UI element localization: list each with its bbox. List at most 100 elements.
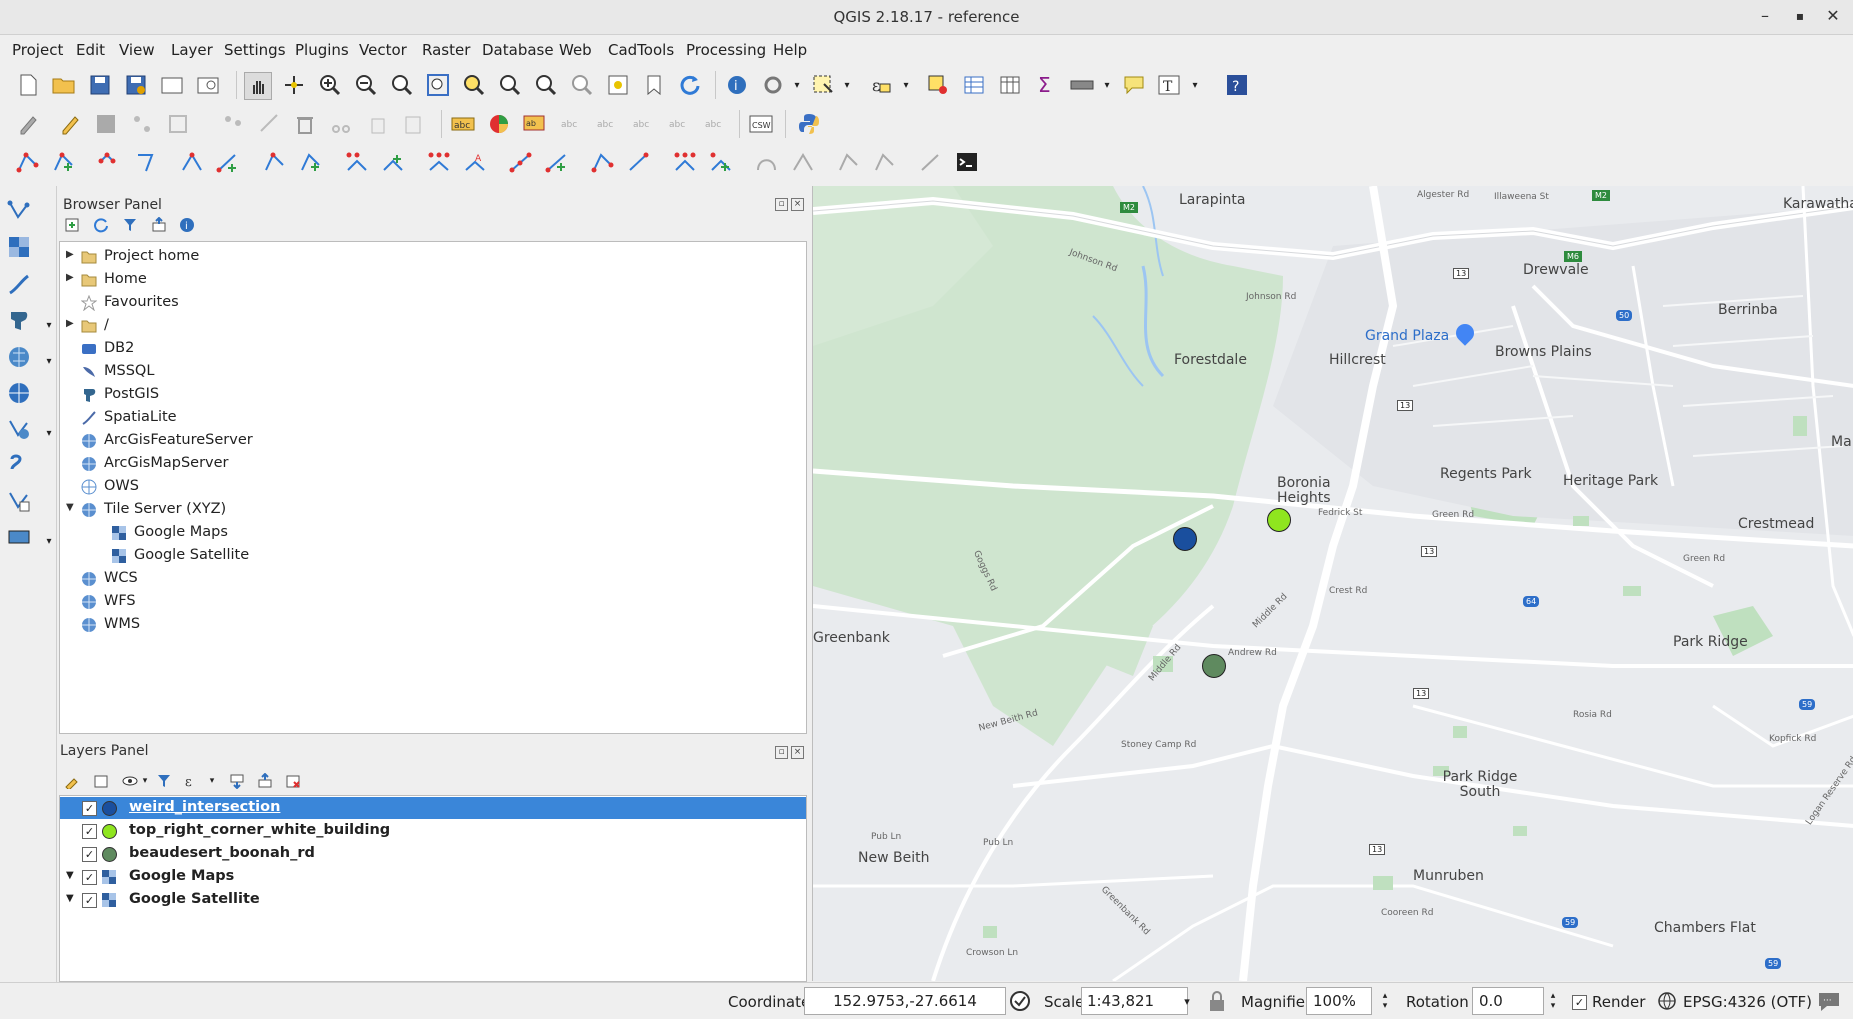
curve-tool-2-icon[interactable]	[790, 149, 816, 175]
browser-item-wcs[interactable]: WCS	[60, 568, 806, 590]
vertex-tool-16-icon[interactable]	[626, 149, 652, 175]
attribute-table-icon[interactable]	[961, 72, 987, 98]
cut-features-icon[interactable]	[328, 111, 354, 137]
layer-item-weird-intersection[interactable]: ✓ weird_intersection	[60, 797, 806, 819]
add-postgis-layer-icon[interactable]	[6, 308, 32, 334]
vertex-tool-6-icon[interactable]	[215, 149, 241, 175]
paste-features-icon[interactable]	[400, 111, 426, 137]
crs-globe-icon[interactable]	[1654, 988, 1680, 1014]
add-wfs-layer-icon[interactable]	[6, 416, 32, 442]
close-button[interactable]: ✕	[1822, 6, 1844, 25]
layer-visibility-checkbox[interactable]: ✓	[82, 824, 97, 839]
layer-item-top-right-corner-white-building[interactable]: ✓ top_right_corner_white_building	[60, 820, 806, 842]
menu-view[interactable]: View	[119, 41, 155, 59]
rotation-spinner-icon[interactable]: ▴ ▾	[1540, 988, 1566, 1014]
layer-item-google-maps[interactable]: ▼ ✓ Google Maps	[60, 866, 806, 888]
zoom-next-icon[interactable]	[569, 72, 595, 98]
vertex-tool-14-icon[interactable]	[544, 149, 570, 175]
add-selected-layers-icon[interactable]	[63, 216, 81, 234]
browser-item-google-satellite[interactable]: Google Satellite	[60, 545, 806, 567]
menu-project[interactable]: Project	[12, 41, 63, 59]
browser-item-arcgismapserver[interactable]: ArcGisMapServer	[60, 453, 806, 475]
vertex-tool-11-icon[interactable]	[426, 149, 452, 175]
layer-visibility-checkbox[interactable]: ✓	[82, 847, 97, 862]
open-layer-styling-icon[interactable]	[63, 772, 81, 790]
rotation-field[interactable]: 0.0	[1472, 987, 1544, 1015]
browser-item-google-maps[interactable]: Google Maps	[60, 522, 806, 544]
measure-dropdown-icon[interactable]: ▾	[1094, 72, 1120, 98]
browser-item-wms[interactable]: WMS	[60, 614, 806, 636]
add-feature-icon[interactable]	[129, 111, 155, 137]
vertex-tool-2-icon[interactable]	[51, 149, 77, 175]
select-by-expression-icon[interactable]: ε	[868, 72, 894, 98]
curve-tool-3-icon[interactable]	[836, 149, 862, 175]
menu-database[interactable]: Database	[482, 41, 554, 59]
expression-dropdown-icon[interactable]: ▾	[893, 72, 919, 98]
render-checkbox[interactable]: ✓	[1572, 995, 1587, 1010]
pan-map-icon[interactable]	[244, 72, 272, 100]
refresh-icon[interactable]	[677, 72, 703, 98]
expand-all-icon[interactable]	[228, 772, 246, 790]
text-annotation-icon[interactable]: T	[1157, 72, 1183, 98]
save-project-icon[interactable]	[87, 72, 113, 98]
map-tips-icon[interactable]	[1121, 72, 1147, 98]
browser-item-favourites[interactable]: Favourites	[60, 292, 806, 314]
vertex-tool-9-icon[interactable]	[344, 149, 370, 175]
composer-manager-icon[interactable]	[195, 72, 221, 98]
vertex-tool-15-icon[interactable]	[590, 149, 616, 175]
action-dropdown-icon[interactable]: ▾	[784, 72, 810, 98]
point-weird-intersection[interactable]	[1173, 527, 1197, 551]
browser-item-mssql[interactable]: MSSQL	[60, 361, 806, 383]
save-layer-edits-icon[interactable]	[93, 111, 119, 137]
vertex-tool-5-icon[interactable]	[179, 149, 205, 175]
show-hide-labels-icon[interactable]: abc	[558, 111, 584, 137]
select-features-icon[interactable]	[810, 72, 836, 98]
vertex-tool-4-icon[interactable]	[133, 149, 159, 175]
browser-item-wfs[interactable]: WFS	[60, 591, 806, 613]
node-tool-icon[interactable]	[220, 111, 246, 137]
vertex-tool-13-icon[interactable]	[508, 149, 534, 175]
zoom-last-icon[interactable]	[533, 72, 559, 98]
collapse-arrow-icon[interactable]: ▼	[66, 893, 74, 904]
new-map-view-icon[interactable]	[605, 72, 631, 98]
layer-visibility-checkbox[interactable]: ✓	[82, 870, 97, 885]
magnifier-field[interactable]: 100%	[1306, 987, 1372, 1015]
add-group-icon[interactable]	[92, 772, 110, 790]
browser-item-postgis[interactable]: PostGIS	[60, 384, 806, 406]
curve-tool-5-icon[interactable]	[918, 149, 944, 175]
toggle-editing-icon[interactable]	[57, 111, 83, 137]
browser-float-button[interactable]: ▫	[775, 198, 788, 211]
zoom-native-icon[interactable]	[389, 72, 415, 98]
new-print-composer-icon[interactable]	[159, 72, 185, 98]
menu-plugins[interactable]: Plugins	[295, 41, 349, 59]
visibility-dropdown-icon[interactable]: ▾	[136, 772, 154, 790]
layer-labeling-icon[interactable]: abc	[450, 111, 476, 137]
menu-cadtools[interactable]: CadTools	[608, 41, 674, 59]
lock-scale-icon[interactable]	[1204, 988, 1230, 1014]
python-console-icon[interactable]	[796, 111, 822, 137]
delete-part-icon[interactable]	[256, 111, 282, 137]
pan-to-selection-icon[interactable]	[281, 72, 307, 98]
browser-item-tile-server-xyz[interactable]: ▼ Tile Server (XYZ)	[60, 499, 806, 521]
browser-item-db2[interactable]: DB2	[60, 338, 806, 360]
add-raster-layer-icon[interactable]	[6, 234, 32, 260]
vertex-tool-17-icon[interactable]	[672, 149, 698, 175]
current-edits-icon[interactable]	[15, 111, 41, 137]
menu-processing[interactable]: Processing	[686, 41, 766, 59]
messages-icon[interactable]: ···	[1816, 988, 1842, 1014]
browser-item-project-home[interactable]: ▶ Project home	[60, 246, 806, 268]
bookmark-icon[interactable]	[641, 72, 667, 98]
rotate-label-icon[interactable]: abc	[630, 111, 656, 137]
measure-line-icon[interactable]	[1069, 72, 1095, 98]
label-properties-icon[interactable]: abc	[702, 111, 728, 137]
layer-diagram-icon[interactable]	[486, 111, 512, 137]
browser-item-spatialite[interactable]: SpatiaLite	[60, 407, 806, 429]
zoom-full-icon[interactable]	[425, 72, 451, 98]
vertex-tool-8-icon[interactable]	[298, 149, 324, 175]
zoom-in-icon[interactable]	[317, 72, 343, 98]
expand-arrow-icon[interactable]: ▶	[66, 249, 74, 260]
menu-help[interactable]: Help	[773, 41, 807, 59]
add-delimited-text-icon[interactable]	[6, 452, 32, 478]
copy-features-icon[interactable]	[364, 111, 390, 137]
coordinate-field[interactable]: 152.9753,-27.6614	[804, 987, 1006, 1015]
